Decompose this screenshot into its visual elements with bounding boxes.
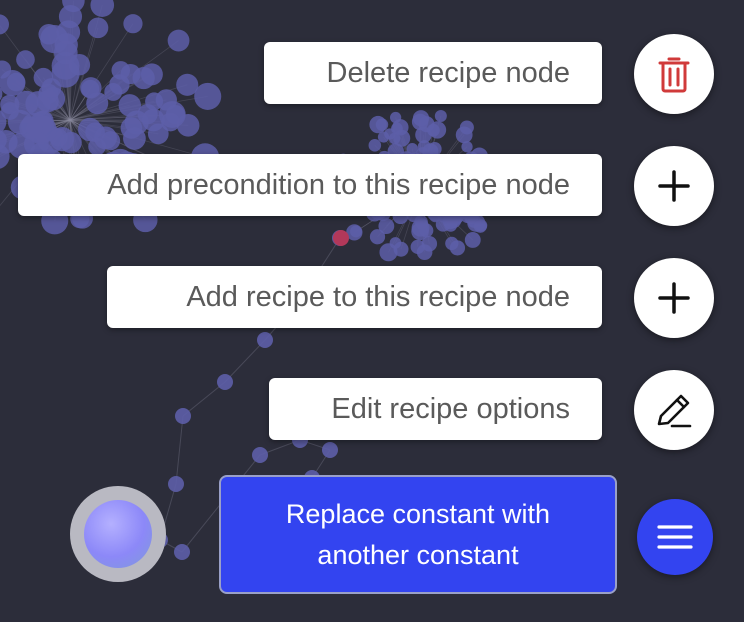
graph-node — [194, 82, 222, 110]
graph-node — [123, 127, 146, 150]
graph-node — [322, 442, 338, 458]
graph-node — [175, 408, 191, 424]
graph-node — [54, 33, 78, 57]
graph-node — [140, 63, 163, 86]
graph-node — [217, 374, 233, 390]
graph-node — [368, 139, 382, 152]
replace-constant-tooltip: Replace constant with another constant — [219, 475, 617, 594]
graph-node — [252, 447, 268, 463]
graph-node — [455, 126, 473, 144]
tooltip-line-2: another constant — [317, 539, 519, 570]
selected-node-core — [84, 500, 152, 568]
graph-node — [86, 92, 109, 115]
graph-edge — [224, 339, 266, 383]
graph-node — [109, 74, 130, 95]
add-recipe-label[interactable]: Add recipe to this recipe node — [107, 266, 602, 328]
graph-node — [393, 241, 409, 257]
delete-recipe-node-label[interactable]: Delete recipe node — [264, 42, 602, 104]
graph-node — [473, 219, 487, 233]
graph-node — [176, 73, 199, 96]
add-recipe-button[interactable] — [634, 258, 714, 338]
edit-recipe-options-label[interactable]: Edit recipe options — [269, 378, 602, 440]
graph-node — [142, 108, 165, 132]
graph-node — [418, 116, 435, 133]
graph-node — [168, 476, 184, 492]
graph-node — [392, 119, 409, 136]
graph-node — [445, 236, 459, 251]
add-precondition-button[interactable] — [634, 146, 714, 226]
graph-edge — [182, 381, 226, 417]
plus-icon — [658, 282, 690, 314]
graph-node — [464, 232, 481, 248]
graph-node — [87, 17, 109, 39]
graph-node — [101, 131, 121, 151]
add-precondition-label[interactable]: Add precondition to this recipe node — [18, 154, 602, 216]
graph-node — [16, 50, 35, 69]
menu-button[interactable] — [637, 499, 713, 575]
graph-node — [417, 140, 431, 154]
graph-node — [155, 89, 177, 111]
graph-node — [161, 112, 180, 132]
graph-node — [167, 29, 190, 52]
tooltip-line-1: Replace constant with — [285, 498, 551, 529]
graph-node — [14, 90, 39, 115]
plus-icon — [658, 170, 690, 202]
graph-node — [90, 0, 115, 17]
graph-node-highlighted — [333, 230, 349, 246]
edit-recipe-options-button[interactable] — [634, 370, 714, 450]
graph-node — [174, 544, 190, 560]
graph-node — [6, 72, 26, 92]
graph-node — [60, 131, 82, 154]
graph-node — [375, 118, 389, 131]
delete-recipe-node-button[interactable] — [634, 34, 714, 114]
graph-node — [378, 218, 395, 235]
graph-node — [19, 116, 43, 140]
graph-node — [377, 131, 390, 143]
graph-node — [415, 217, 428, 231]
graph-edge — [175, 415, 184, 485]
trash-icon — [658, 57, 690, 93]
selected-node-orb[interactable] — [70, 486, 166, 582]
menu-icon — [657, 525, 693, 549]
graph-node — [257, 332, 273, 348]
graph-node — [434, 110, 447, 123]
graph-node — [123, 14, 143, 34]
graph-node — [0, 14, 9, 35]
pencil-icon — [657, 394, 692, 428]
